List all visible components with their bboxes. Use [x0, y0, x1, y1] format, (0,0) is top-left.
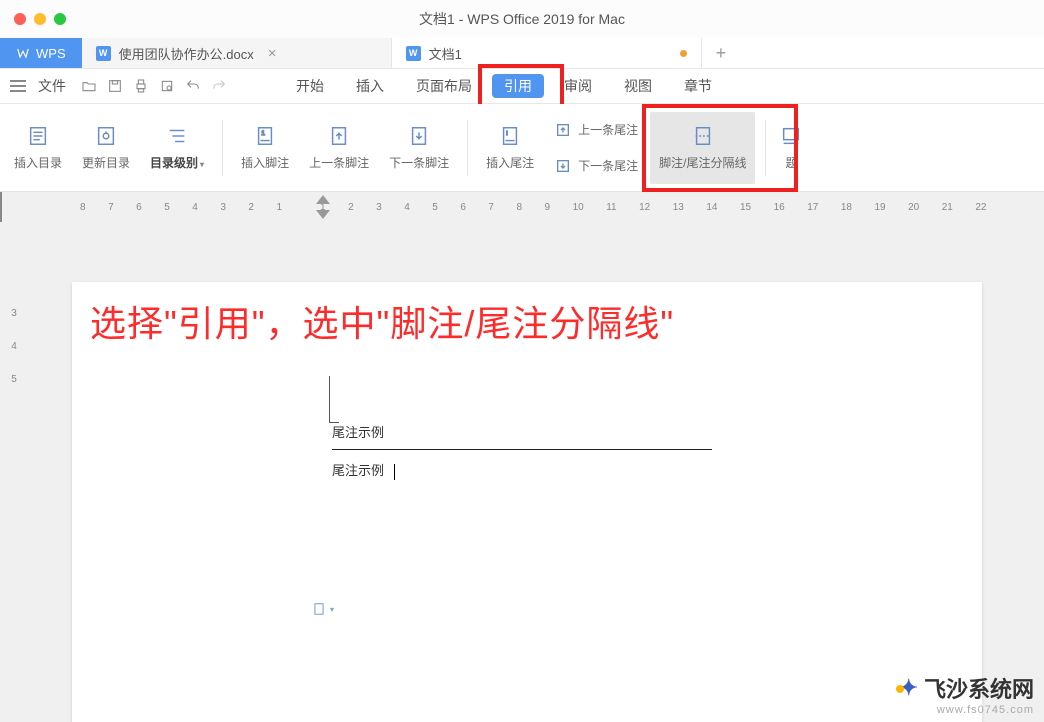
- close-window-icon[interactable]: [14, 13, 26, 25]
- tab-label: 使用团队协作办公.docx: [119, 44, 254, 63]
- horizontal-ruler: 87654321 1234567891011121314151617181920…: [0, 192, 1044, 222]
- btn-label: 更新目录: [82, 154, 130, 171]
- print-preview-icon[interactable]: [158, 77, 176, 95]
- footnote-icon: 1: [251, 124, 279, 148]
- next-footnote-button[interactable]: 下一条脚注: [381, 112, 457, 184]
- wps-home-tab[interactable]: WPS: [0, 38, 82, 68]
- menu-start[interactable]: 开始: [284, 72, 336, 100]
- print-icon[interactable]: [132, 77, 150, 95]
- watermark-logo-icon: ✦: [900, 675, 918, 701]
- close-icon[interactable]: ×: [268, 45, 277, 62]
- endnote-icon: i: [496, 124, 524, 148]
- btn-label: 目录级别▾: [150, 154, 204, 171]
- toc-level-button[interactable]: 目录级别▾: [142, 112, 212, 184]
- btn-label: 上一条尾注: [578, 121, 638, 138]
- menu-references[interactable]: 引用: [492, 74, 544, 98]
- btn-label: 上一条脚注: [309, 154, 369, 171]
- anchor-icon[interactable]: ▾: [312, 602, 334, 616]
- insert-endnote-button[interactable]: i 插入尾注: [478, 112, 542, 184]
- document-tabs: WPS W 使用团队协作办公.docx × W 文档1 +: [0, 38, 1044, 68]
- btn-label: 下一条尾注: [578, 157, 638, 174]
- insert-footnote-button[interactable]: 1 插入脚注: [233, 112, 297, 184]
- btn-label: 插入目录: [14, 154, 62, 171]
- prev-footnote-icon: [325, 124, 353, 148]
- instruction-annotation: 选择"引用"，选中"脚注/尾注分隔线": [90, 295, 674, 347]
- unsaved-indicator-icon: [680, 50, 687, 57]
- separator: [467, 120, 468, 176]
- prev-endnote-icon: [554, 121, 572, 139]
- add-tab-button[interactable]: +: [702, 38, 741, 68]
- menu-chapter[interactable]: 章节: [672, 72, 724, 100]
- endnote-separator-line: [332, 449, 712, 450]
- redo-icon[interactable]: [210, 77, 228, 95]
- separator-icon: [689, 124, 717, 148]
- minimize-window-icon[interactable]: [34, 13, 46, 25]
- prev-footnote-button[interactable]: 上一条脚注: [301, 112, 377, 184]
- title-bar: 文档1 - WPS Office 2019 for Mac: [0, 0, 1044, 38]
- update-toc-icon: [92, 124, 120, 148]
- endnote-nav-group: 上一条尾注 下一条尾注: [546, 112, 646, 184]
- doc-icon: W: [406, 46, 421, 61]
- watermark-url: www.fs0745.com: [937, 704, 1034, 716]
- btn-label: 插入尾注: [486, 154, 534, 171]
- text-cursor-icon: [394, 464, 395, 480]
- menu-bar: 文件 开始 插入 页面布局 引用 审阅 视图 章节: [0, 68, 1044, 104]
- separator: [765, 120, 766, 176]
- file-menu[interactable]: 文件: [38, 76, 66, 96]
- indent-marker-icon[interactable]: [316, 210, 330, 219]
- traffic-lights: [14, 13, 66, 25]
- menu-insert[interactable]: 插入: [344, 72, 396, 100]
- window-title: 文档1 - WPS Office 2019 for Mac: [419, 9, 625, 29]
- open-icon[interactable]: [80, 77, 98, 95]
- doc-icon: W: [96, 46, 111, 61]
- ruler-right-numbers: 12345678910111213141516171819202122: [320, 202, 986, 213]
- vertical-ruler: 345: [0, 222, 28, 722]
- menu-view[interactable]: 视图: [612, 72, 664, 100]
- watermark: ✦ 飞沙系统网 www.fs0745.com: [900, 672, 1034, 716]
- next-endnote-icon: [554, 157, 572, 175]
- separator: [222, 120, 223, 176]
- wps-tab-label: WPS: [36, 46, 66, 61]
- footnote-separator-button[interactable]: 脚注/尾注分隔线: [650, 112, 755, 184]
- next-footnote-icon: [405, 124, 433, 148]
- ribbon-toolbar: 插入目录 更新目录 目录级别▾ 1 插入脚注 上一条脚注 下一条脚注 i 插入尾…: [0, 104, 1044, 192]
- watermark-text: 飞沙系统网: [924, 672, 1034, 704]
- next-endnote-button[interactable]: 下一条尾注: [548, 150, 644, 182]
- caption-icon: [777, 124, 805, 148]
- undo-icon[interactable]: [184, 77, 202, 95]
- update-toc-button[interactable]: 更新目录: [74, 112, 138, 184]
- document-tab-active[interactable]: W 文档1: [392, 38, 702, 68]
- menu-review[interactable]: 审阅: [552, 72, 604, 100]
- wps-logo-icon: [16, 46, 30, 60]
- ruler-left-numbers: 87654321: [80, 202, 282, 213]
- indent-marker-icon[interactable]: [316, 195, 330, 204]
- toc-icon: [24, 124, 52, 148]
- endnote-text: 尾注示例: [332, 422, 722, 441]
- btn-label: 脚注/尾注分隔线: [659, 154, 746, 171]
- maximize-window-icon[interactable]: [54, 13, 66, 25]
- insert-toc-button[interactable]: 插入目录: [6, 112, 70, 184]
- endnote-text: 尾注示例: [332, 460, 722, 480]
- document-tab[interactable]: W 使用团队协作办公.docx ×: [82, 38, 392, 68]
- btn-label: 下一条脚注: [389, 154, 449, 171]
- save-icon[interactable]: [106, 77, 124, 95]
- svg-text:1: 1: [261, 130, 265, 137]
- prev-endnote-button[interactable]: 上一条尾注: [548, 114, 644, 146]
- btn-label: 插入脚注: [241, 154, 289, 171]
- tab-label: 文档1: [429, 44, 462, 63]
- document-page[interactable]: 尾注示例 尾注示例 ▾: [72, 282, 982, 722]
- hamburger-icon[interactable]: [10, 80, 26, 92]
- svg-text:i: i: [506, 131, 507, 137]
- toc-level-icon: [163, 124, 191, 148]
- caption-button[interactable]: 题: [776, 112, 806, 184]
- btn-label: 题: [785, 154, 797, 171]
- menu-page-layout[interactable]: 页面布局: [404, 72, 484, 100]
